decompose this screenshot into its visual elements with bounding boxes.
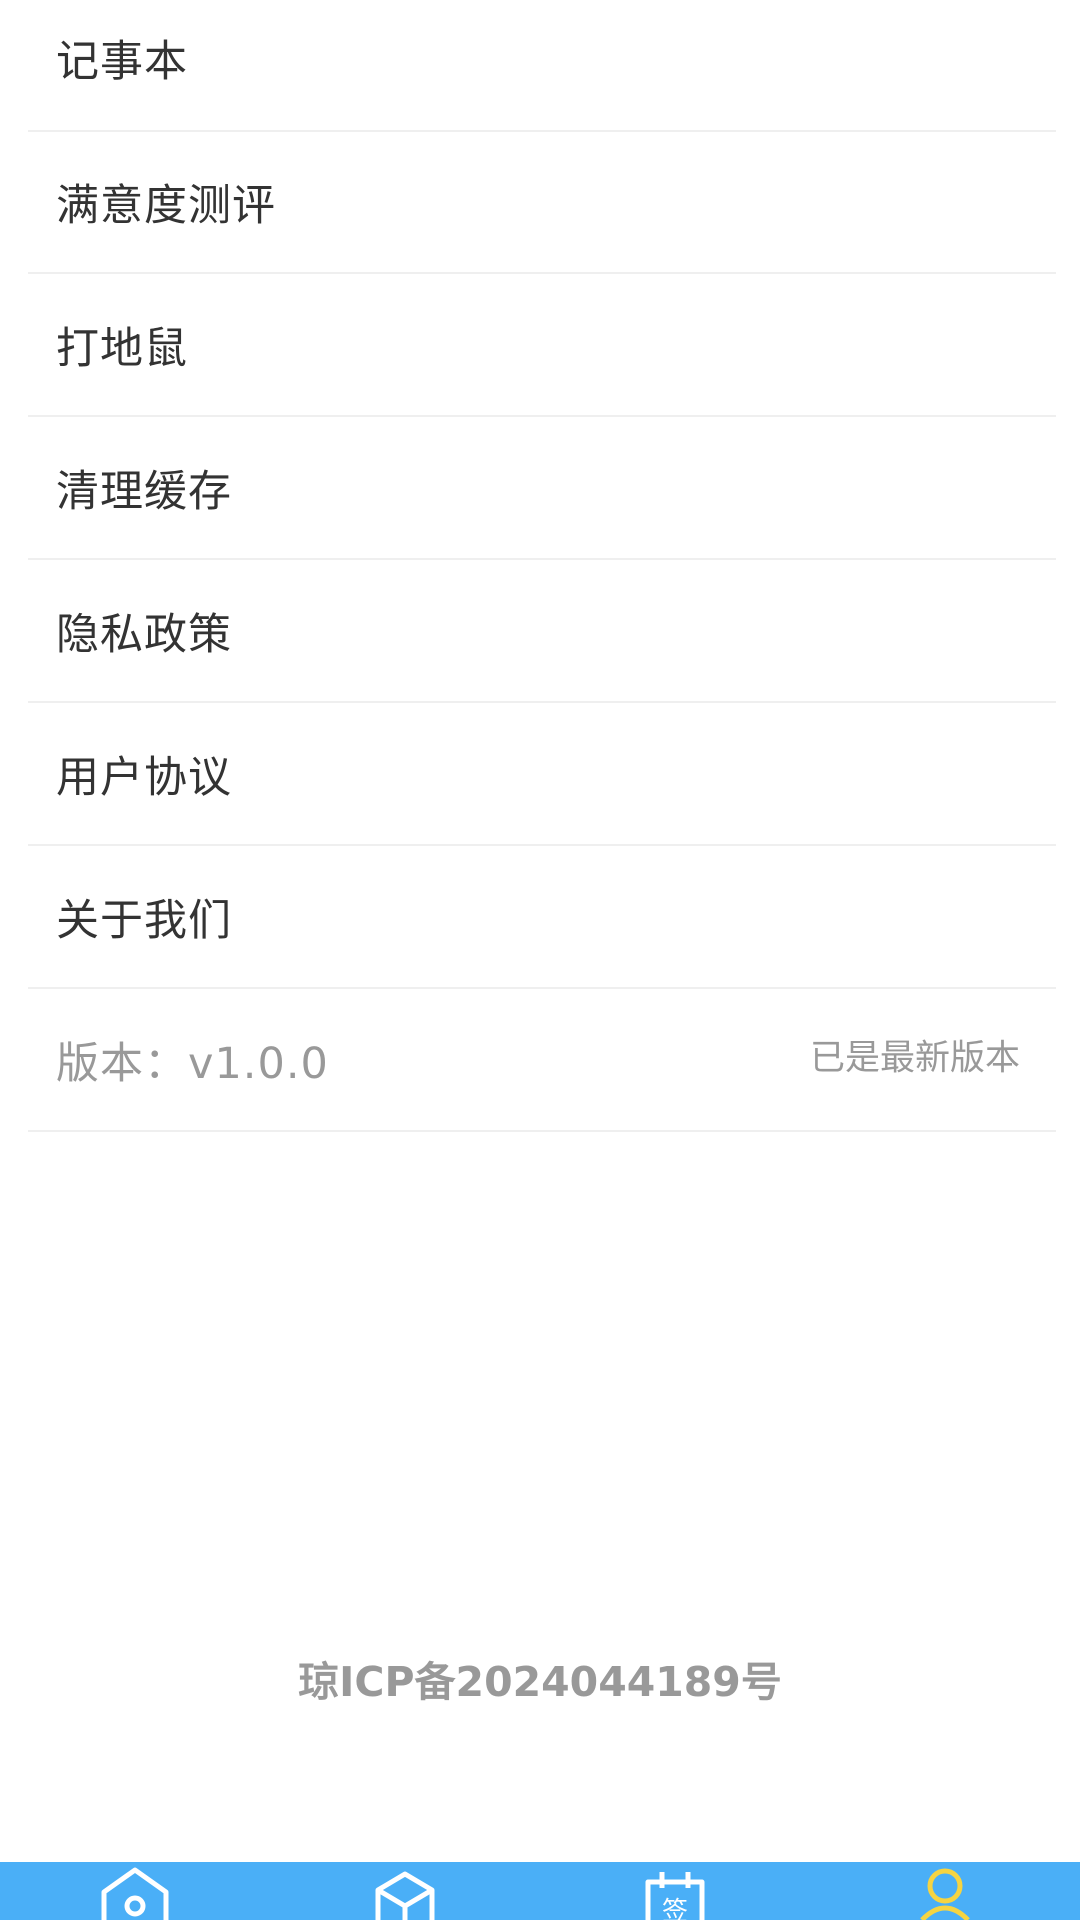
sign-glyph: 签 xyxy=(662,1897,688,1920)
home-icon xyxy=(101,1867,169,1920)
icp-record-text[interactable]: 琼ICP备2024044189号 xyxy=(0,1648,1080,1708)
user-icon xyxy=(920,1868,970,1920)
menu-item-label: 隐私政策 xyxy=(56,610,232,660)
sign-calendar-icon: 签 xyxy=(645,1872,705,1920)
tab-sign-in[interactable]: 签 xyxy=(630,1862,720,1920)
menu-item-whack-a-mole[interactable]: 打地鼠 xyxy=(28,275,1056,417)
menu-item-notepad[interactable]: 记事本 xyxy=(28,0,1056,132)
menu-item-label: 用户协议 xyxy=(56,753,232,803)
menu-item-label: 满意度测评 xyxy=(56,181,276,231)
menu-item-clear-cache[interactable]: 清理缓存 xyxy=(28,418,1056,560)
version-row[interactable]: 版本：v1.0.0 已是最新版本 xyxy=(28,990,1056,1132)
bottom-tab-bar: 签 xyxy=(0,1862,1080,1920)
menu-item-about-us[interactable]: 关于我们 xyxy=(28,847,1056,989)
tab-profile[interactable] xyxy=(900,1862,990,1920)
tab-cube[interactable] xyxy=(360,1862,450,1920)
menu-item-user-agreement[interactable]: 用户协议 xyxy=(28,704,1056,846)
tab-home[interactable] xyxy=(90,1862,180,1920)
version-label: 版本：v1.0.0 xyxy=(56,1039,329,1089)
version-status: 已是最新版本 xyxy=(809,1038,1020,1079)
menu-item-label: 记事本 xyxy=(56,37,188,87)
menu-item-label: 清理缓存 xyxy=(56,467,232,517)
menu-item-label: 打地鼠 xyxy=(56,324,188,374)
menu-item-satisfaction-survey[interactable]: 满意度测评 xyxy=(28,132,1056,274)
menu-item-privacy-policy[interactable]: 隐私政策 xyxy=(28,561,1056,703)
menu-item-label: 关于我们 xyxy=(56,896,232,946)
cube-icon xyxy=(375,1871,435,1920)
